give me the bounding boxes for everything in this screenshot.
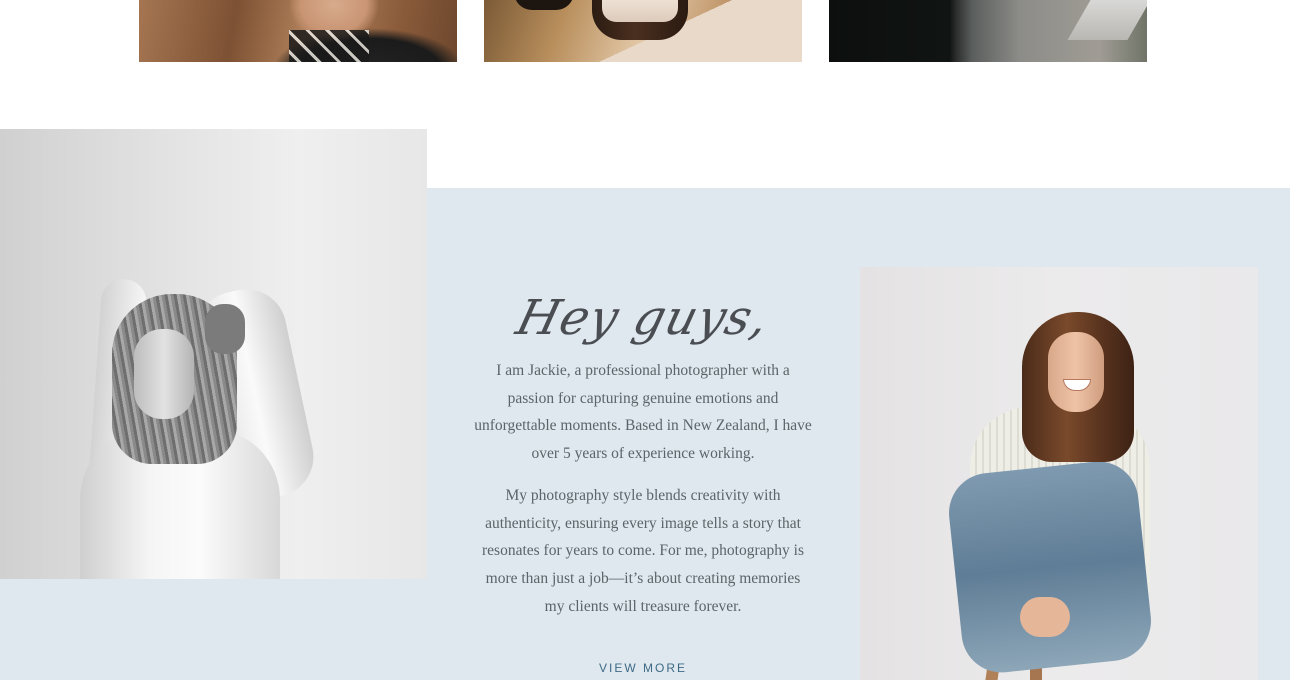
photo-face bbox=[134, 329, 194, 419]
about-paragraph-intro: I am Jackie, a professional photographer… bbox=[474, 362, 812, 463]
gallery-image-portrait[interactable] bbox=[139, 0, 457, 62]
light-detail bbox=[1067, 0, 1147, 40]
scarf-detail bbox=[289, 30, 369, 62]
gallery-image-interior[interactable] bbox=[829, 0, 1147, 62]
view-more-link[interactable]: VIEW MORE bbox=[560, 661, 726, 679]
photo-hand bbox=[205, 304, 245, 354]
about-paragraph-style: My photography style blends creativity w… bbox=[482, 487, 804, 615]
photo-jeans bbox=[945, 457, 1155, 677]
dish-detail bbox=[514, 0, 574, 10]
gallery-image-candle[interactable] bbox=[484, 0, 802, 62]
jar-label-detail bbox=[602, 0, 678, 22]
about-portrait-color bbox=[860, 267, 1258, 680]
photo-foot bbox=[1020, 597, 1070, 637]
photo-face bbox=[1048, 332, 1104, 412]
about-greeting-heading: Hey guys, bbox=[510, 290, 776, 346]
about-portrait-black-white bbox=[0, 129, 427, 579]
